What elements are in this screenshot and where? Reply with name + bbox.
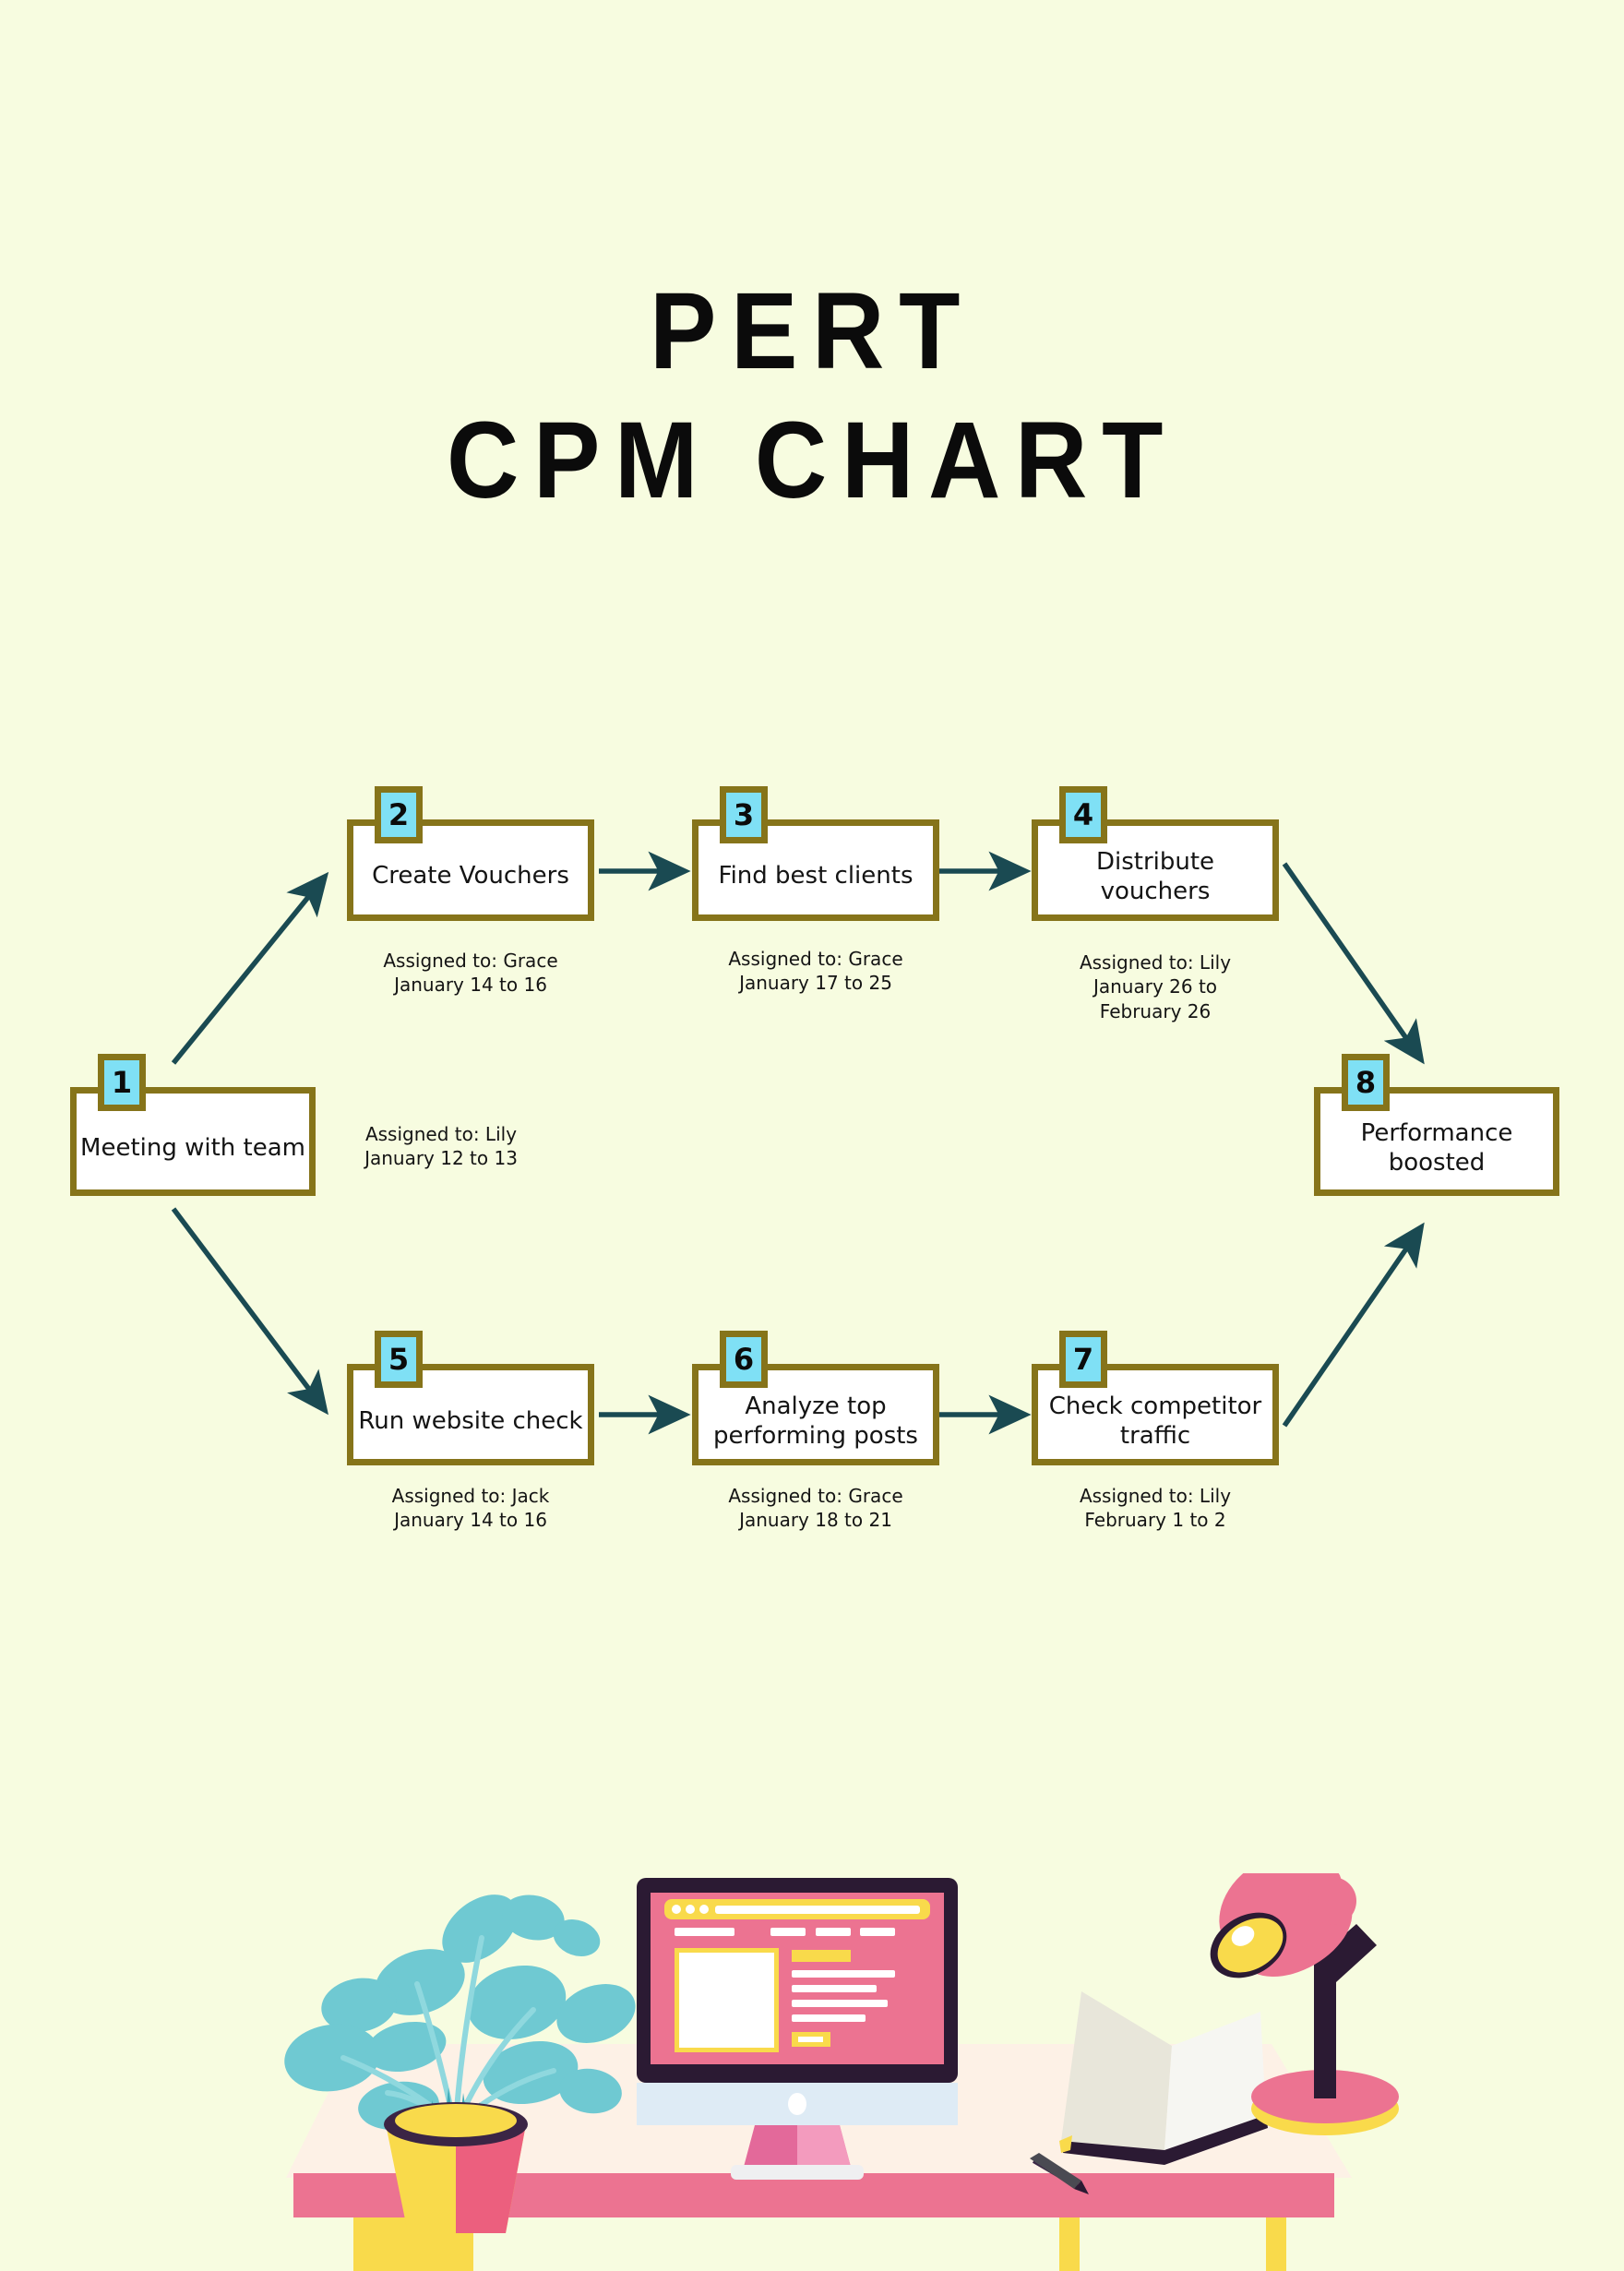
node-6-caption: Assigned to: Grace January 18 to 21: [728, 1485, 903, 1532]
node-4-badge: 4: [1059, 786, 1107, 843]
node-5[interactable]: 5 Run website check: [347, 1331, 594, 1465]
node-7-badge: 7: [1059, 1331, 1107, 1388]
node-4-caption: Assigned to: Lily January 26 to February…: [1079, 951, 1232, 1022]
node-1[interactable]: 1 Meeting with team: [70, 1054, 316, 1196]
node-6-number: 6: [733, 1342, 755, 1377]
node-2-caption: Assigned to: Grace January 14 to 16: [383, 950, 558, 997]
node-6[interactable]: 6 Analyze top performing posts: [692, 1331, 939, 1465]
page-root: PERT CPM CHART 1 Meeting with team Assig…: [0, 0, 1624, 2271]
node-5-caption: Assigned to: Jack January 14 to 16: [391, 1485, 550, 1532]
title-line-2: CPM CHART: [446, 400, 1178, 521]
node-1-caption: Assigned to: Lily January 12 to 13: [364, 1123, 518, 1170]
node-8-badge: 8: [1342, 1054, 1390, 1111]
title-line-1: PERT: [649, 270, 975, 392]
node-3-number: 3: [733, 797, 755, 832]
node-4[interactable]: 4 Distribute vouchers: [1032, 786, 1279, 921]
edge-4-to-8: [1282, 862, 1425, 1065]
node-6-badge: 6: [720, 1331, 768, 1388]
node-2[interactable]: 2 Create Vouchers: [347, 786, 594, 921]
node-2-number: 2: [388, 797, 410, 832]
node-7-number: 7: [1072, 1342, 1094, 1377]
node-8[interactable]: 8 Performance boosted: [1314, 1054, 1559, 1196]
node-3-caption: Assigned to: Grace January 17 to 25: [728, 948, 903, 995]
edge-1-to-5: [171, 1207, 328, 1416]
node-7[interactable]: 7 Check competitor traffic: [1032, 1331, 1279, 1465]
node-5-badge: 5: [375, 1331, 423, 1388]
node-3[interactable]: 3 Find best clients: [692, 786, 939, 921]
edge-7-to-8: [1282, 1222, 1425, 1428]
desk-workspace-illustration: [284, 1873, 1399, 2271]
node-3-badge: 3: [720, 786, 768, 843]
node-4-number: 4: [1072, 797, 1094, 832]
node-5-number: 5: [388, 1342, 410, 1377]
node-2-badge: 2: [375, 786, 423, 843]
node-7-caption: Assigned to: Lily February 1 to 2: [1079, 1485, 1232, 1532]
node-8-number: 8: [1355, 1065, 1377, 1100]
node-1-badge: 1: [98, 1054, 146, 1111]
edge-1-to-2: [171, 871, 329, 1065]
node-1-number: 1: [111, 1065, 133, 1100]
page-title: PERT CPM CHART: [65, 277, 1558, 515]
